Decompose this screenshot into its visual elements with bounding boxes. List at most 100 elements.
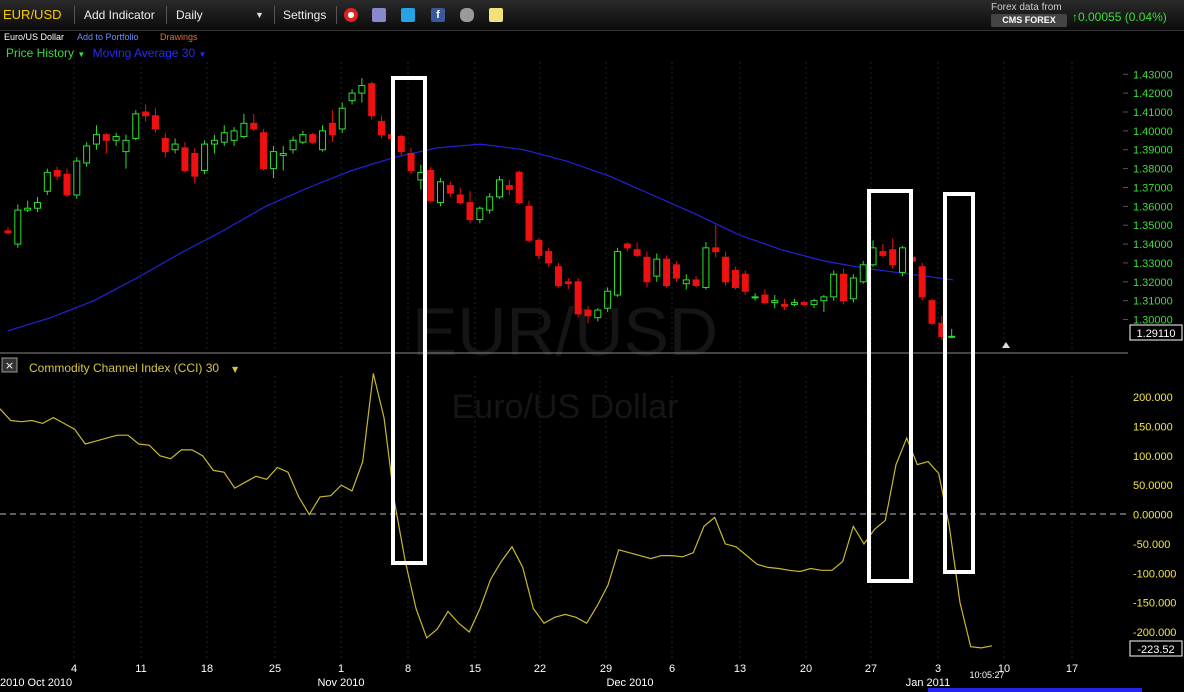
x-tick-label: 1 [338,663,344,675]
toolbar-divider [166,6,167,24]
x-tick-label: 18 [201,663,213,675]
x-tick-label: 3 [935,663,941,675]
price-change: ↑0.00055 (0.04%) [1072,0,1167,30]
candle-body [889,249,897,266]
candle-body [672,264,680,279]
price-tick-label: 1.40000 [1133,126,1173,138]
legend-moving-average[interactable]: Moving Average 30 [93,46,196,60]
cci-title-caret-icon[interactable]: ▼ [232,365,239,374]
candle-body [899,247,907,273]
candle-body [682,279,690,285]
price-tick-label: 1.32000 [1133,277,1173,289]
candle-body [790,302,798,305]
price-tick-label: 1.37000 [1133,182,1173,194]
price-tick-label: 1.39000 [1133,145,1173,157]
candle-body [151,115,159,130]
drawings-link[interactable]: Drawings [160,30,198,44]
candle-body [476,207,484,221]
price-tick-label: 1.42000 [1133,88,1173,100]
candle-body [545,251,553,264]
x-tick-label: 13 [734,663,746,675]
month-label: 2010 Oct 2010 [0,677,72,689]
facebook-icon[interactable]: f [431,8,445,22]
toolbar-divider [74,6,75,24]
candle-body [741,273,749,292]
add-to-portfolio-link[interactable]: Add to Portfolio [77,30,139,44]
legend-price-history[interactable]: Price History [6,46,74,60]
candle-body [53,169,61,177]
price-tick-label: 1.35000 [1133,220,1173,232]
candle-body [210,139,218,145]
candle-body [201,143,209,171]
candle-body [515,171,523,204]
cms-forex-logo[interactable]: CMS FOREX [991,14,1067,27]
candle-body [240,122,248,138]
candle-body [613,251,621,296]
x-tick-label: 29 [600,663,612,675]
candle-body [948,335,956,338]
price-change-value: 0.00055 (0.04%) [1078,10,1167,24]
x-tick-label: 22 [534,663,546,675]
cci-title[interactable]: Commodity Channel Index (CCI) 30 [29,361,219,375]
price-tick-label: 1.38000 [1133,164,1173,176]
x-axis-scrollbar[interactable] [928,688,1142,692]
candle-body [653,258,661,277]
candle-body [849,277,857,300]
price-tick-label: 1.34000 [1133,239,1173,251]
month-label: Jan 2011 [906,677,950,689]
candle-body [820,296,828,302]
last-cci-label: -223.52 [1137,644,1174,656]
candle-body [623,243,631,249]
x-tick-label: 11 [135,663,146,675]
candle-body [643,256,651,283]
candle-body [535,239,543,256]
legend-price-caret-icon[interactable]: ▼ [77,50,85,59]
settings-button[interactable]: Settings [283,0,326,30]
x-tick-label: 25 [269,663,281,675]
candle-body [722,256,730,283]
candle-body [191,153,199,177]
cube-icon[interactable] [372,8,386,22]
candle-body [92,134,100,145]
add-indicator-button[interactable]: Add Indicator [84,0,155,30]
cci-tick-label: 50.0000 [1133,480,1173,492]
instrument-name: Euro/US Dollar [4,32,65,42]
binoculars-icon[interactable] [460,8,474,22]
x-tick-label: 17 [1066,663,1078,675]
data-provider-label: Forex data from [991,2,1062,13]
candle-body [496,179,503,198]
candle-body [525,205,533,241]
candle-body [633,249,641,256]
candle-body [584,309,592,317]
period-select[interactable]: Daily [176,0,203,30]
candle-body [918,266,926,298]
price-scroll-marker[interactable] [1002,342,1010,348]
candle-body [437,181,445,204]
price-tick-label: 1.36000 [1133,201,1173,213]
chevron-down-icon[interactable]: ▼ [255,0,264,30]
candle-body [250,122,258,130]
alarm-clock-icon[interactable] [344,8,358,22]
candle-body [309,134,317,143]
cci-tick-label: 0.00000 [1133,510,1173,522]
candle-body [73,160,81,196]
candle-body [810,300,818,305]
note-icon[interactable] [489,8,503,22]
symbol-selector[interactable]: EUR/USD [3,0,62,30]
candle-body [348,92,356,102]
chart-area[interactable]: EUR/USD Euro/US Dollar 1.430001.420001.4… [0,0,1184,692]
candle-body [466,202,474,221]
price-tick-label: 1.41000 [1133,107,1173,119]
x-tick-label: 27 [865,663,877,675]
candle-body [456,194,464,204]
candle-body [171,143,179,151]
toolbar: EUR/USD Add Indicator Daily ▼ Settings f… [0,0,1184,31]
candle-body [102,134,110,141]
legend-ma-caret-icon[interactable]: ▼ [198,50,206,59]
candle-body [63,173,71,196]
candle-body [14,209,22,245]
candle-body [319,130,327,151]
twitter-icon[interactable] [401,8,415,22]
price-tick-label: 1.31000 [1133,296,1173,308]
cci-tick-label: 200.000 [1133,392,1173,404]
